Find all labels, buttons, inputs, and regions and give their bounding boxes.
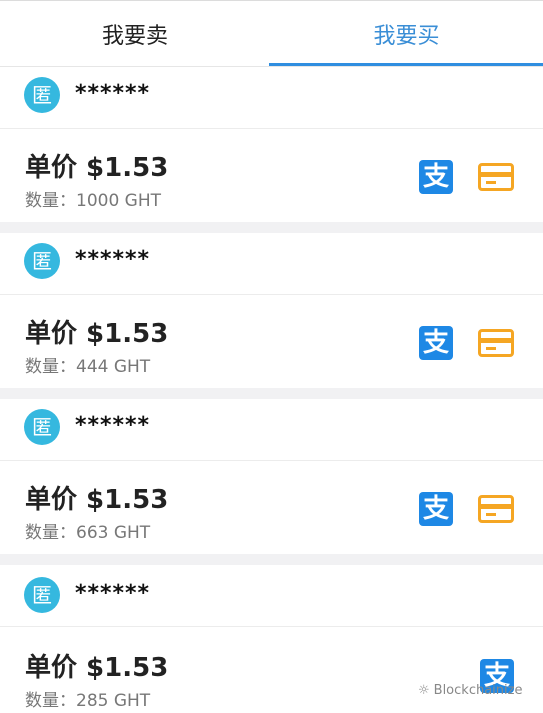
listing-card[interactable]: 匿 ****** 单价 $1.53 数量：444 GHT 支 — [0, 233, 543, 388]
unit-price: 单价 $1.53 — [25, 319, 169, 349]
seller-name: ****** — [75, 81, 151, 106]
listing-header: 匿 ****** — [0, 399, 543, 461]
anonymous-avatar-icon: 匿 — [24, 77, 60, 113]
anonymous-avatar-icon: 匿 — [24, 243, 60, 279]
tab-buy[interactable]: 我要买 — [270, 1, 543, 67]
anonymous-avatar-icon: 匿 — [24, 577, 60, 613]
unit-price: 单价 $1.53 — [25, 153, 169, 183]
seller-name: ****** — [75, 581, 151, 606]
watermark: ☼ Blockchainize — [418, 683, 522, 698]
alipay-icon[interactable]: 支 — [419, 492, 453, 526]
quantity: 数量：1000 GHT — [25, 191, 162, 211]
alipay-icon[interactable]: 支 — [419, 160, 453, 194]
quantity: 数量：663 GHT — [25, 523, 151, 543]
unit-price: 单价 $1.53 — [25, 653, 169, 683]
price-block: 单价 $1.53 数量：1000 GHT — [25, 147, 168, 211]
price-block: 单价 $1.53 数量：285 GHT — [25, 647, 168, 711]
listing-card[interactable]: 匿 ****** 单价 $1.53 数量：663 GHT 支 — [0, 399, 543, 554]
anonymous-avatar-icon: 匿 — [24, 409, 60, 445]
listing-header: 匿 ****** — [0, 67, 543, 129]
price-block: 单价 $1.53 数量：663 GHT — [25, 479, 168, 543]
active-tab-indicator — [269, 63, 543, 66]
listing-header: 匿 ****** — [0, 233, 543, 295]
trade-tabs: 我要卖 我要买 — [0, 0, 543, 67]
quantity: 数量：285 GHT — [25, 691, 151, 711]
bank-card-icon[interactable] — [478, 163, 514, 191]
price-block: 单价 $1.53 数量：444 GHT — [25, 313, 168, 377]
bank-card-icon[interactable] — [478, 329, 514, 357]
alipay-icon[interactable]: 支 — [419, 326, 453, 360]
unit-price: 单价 $1.53 — [25, 485, 169, 515]
listing-card[interactable]: 匿 ****** 单价 $1.53 数量：1000 GHT 支 — [0, 67, 543, 222]
wechat-icon: ☼ — [418, 683, 430, 698]
seller-name: ****** — [75, 247, 151, 272]
tab-sell[interactable]: 我要卖 — [0, 1, 270, 67]
quantity: 数量：444 GHT — [25, 357, 151, 377]
listing-header: 匿 ****** — [0, 565, 543, 627]
watermark-text: Blockchainize — [433, 683, 523, 698]
seller-name: ****** — [75, 413, 151, 438]
bank-card-icon[interactable] — [478, 495, 514, 523]
